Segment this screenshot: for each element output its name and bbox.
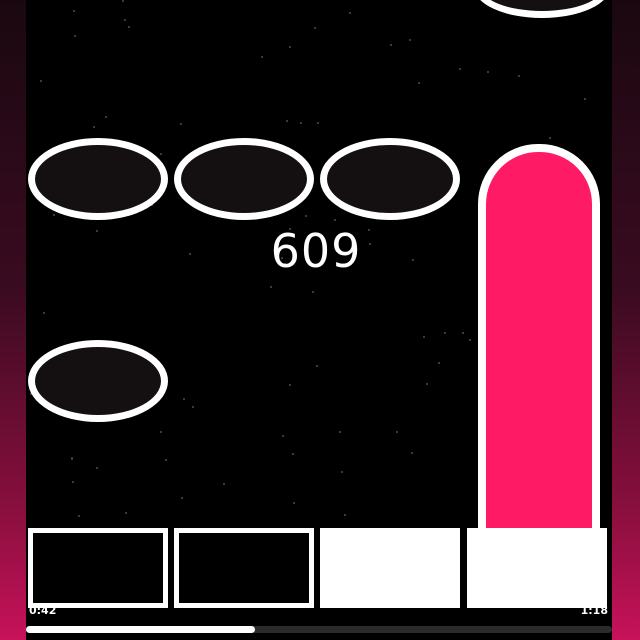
star-dot (344, 514, 346, 516)
star-dot (300, 122, 302, 124)
lane-pad-2[interactable] (174, 528, 314, 608)
star-dot (124, 19, 126, 21)
star-dot (72, 481, 74, 483)
star-dot (73, 10, 75, 12)
star-dot (125, 512, 127, 514)
star-dot (312, 291, 314, 293)
star-dot (180, 123, 182, 125)
star-dot (183, 398, 185, 400)
score-display: 609 (270, 224, 362, 278)
note-ring (28, 340, 168, 422)
star-dot (584, 98, 586, 100)
star-dot (341, 471, 343, 473)
star-dot (160, 431, 162, 433)
star-dot (549, 137, 551, 139)
star-dot (418, 82, 420, 84)
star-dot (396, 431, 398, 433)
star-dot (349, 12, 351, 14)
lane-pad-3[interactable] (320, 528, 460, 608)
star-dot (412, 259, 414, 261)
star-dot (289, 384, 291, 386)
star-dot (74, 35, 76, 37)
star-dot (192, 406, 194, 408)
star-dot (487, 71, 489, 73)
lane-pad-4[interactable] (467, 528, 607, 608)
progress-bar-fill (26, 626, 255, 633)
star-dot (462, 332, 464, 334)
star-dot (270, 286, 272, 288)
star-dot (518, 75, 520, 77)
star-dot (93, 126, 95, 128)
note-ring (320, 138, 460, 220)
star-dot (444, 332, 446, 334)
star-dot (189, 253, 191, 255)
star-dot (96, 230, 98, 232)
note-ring (474, 0, 610, 18)
star-dot (71, 458, 73, 460)
star-dot (165, 459, 167, 461)
star-dot (261, 56, 263, 58)
star-dot (282, 435, 284, 437)
star-dot (122, 0, 124, 2)
star-dot (314, 27, 316, 29)
star-dot (305, 215, 307, 217)
star-dot (426, 383, 428, 385)
star-dot (316, 365, 318, 367)
note-ring (28, 138, 168, 220)
star-dot (339, 431, 341, 433)
star-dot (71, 457, 73, 459)
star-dot (105, 116, 107, 118)
star-dot (78, 515, 80, 517)
star-dot (128, 26, 130, 28)
star-dot (411, 452, 413, 454)
lane-pad-1[interactable] (28, 528, 168, 608)
game-stage: 609 0:42 1:18 (26, 0, 612, 640)
total-time: 1:18 (580, 604, 608, 617)
progress-bar[interactable] (26, 626, 612, 633)
star-dot (293, 502, 295, 504)
star-dot (181, 497, 183, 499)
star-dot (289, 46, 291, 48)
star-dot (223, 483, 225, 485)
star-dot (409, 39, 411, 41)
star-dot (43, 312, 45, 314)
hold-note (478, 144, 600, 536)
star-dot (96, 467, 98, 469)
note-ring (174, 138, 314, 220)
star-dot (390, 44, 392, 46)
star-dot (334, 219, 336, 221)
star-dot (286, 120, 288, 122)
star-dot (160, 153, 162, 155)
star-dot (53, 214, 55, 216)
star-dot (438, 362, 440, 364)
star-dot (317, 122, 319, 124)
star-dot (292, 453, 294, 455)
star-dot (459, 68, 461, 70)
elapsed-time: 0:42 (29, 604, 57, 617)
star-dot (469, 339, 471, 341)
star-dot (40, 80, 42, 82)
star-dot (423, 336, 425, 338)
